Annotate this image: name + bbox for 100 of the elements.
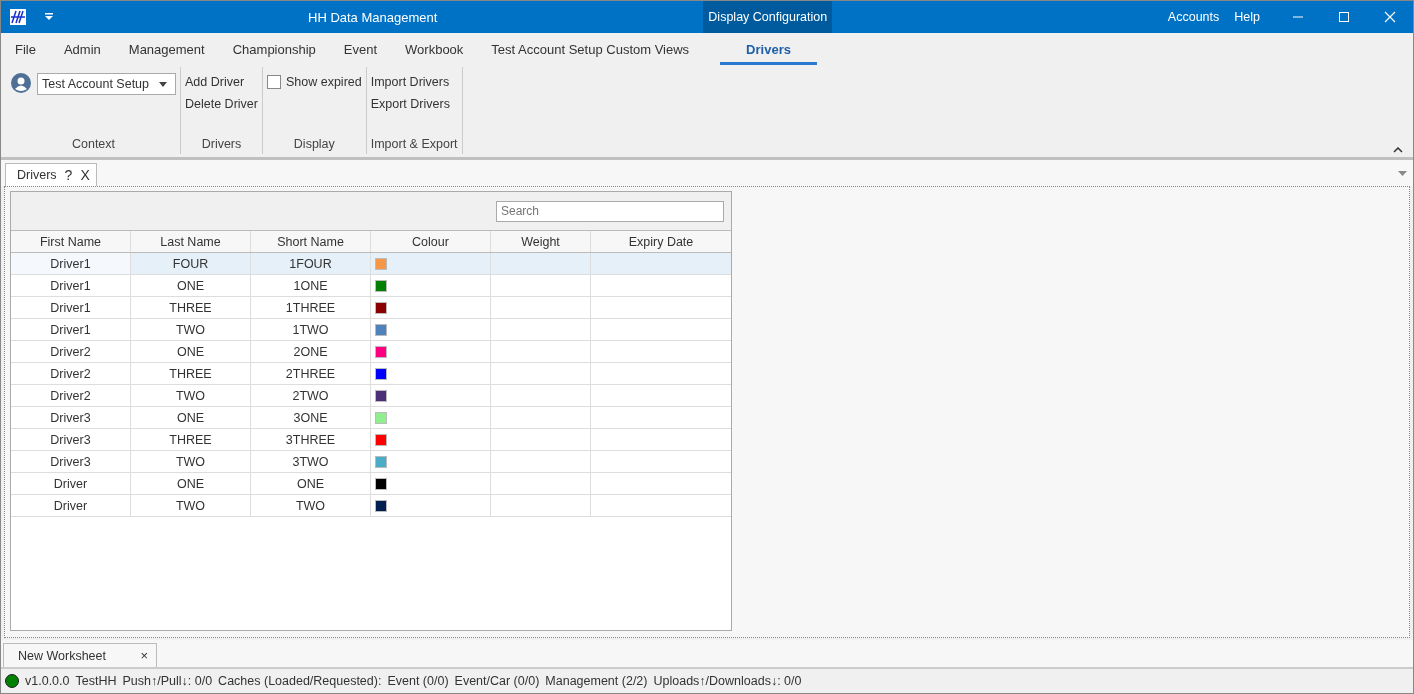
table-cell: 3ONE	[251, 407, 371, 428]
ribbon-tab[interactable]: Drivers	[720, 36, 817, 65]
column-header[interactable]: Last Name	[131, 231, 251, 252]
table-cell: Driver1	[11, 275, 131, 296]
table-row[interactable]: Driver2 ONE 2ONE	[11, 341, 731, 363]
status-text: Event/Car (0/0)	[454, 674, 540, 688]
table-cell: ONE	[251, 473, 371, 494]
status-text: TestHH	[75, 674, 117, 688]
ribbon-button[interactable]: Add Driver	[185, 75, 245, 89]
close-tab-button[interactable]: ×	[140, 648, 148, 663]
table-cell: TWO	[251, 495, 371, 516]
table-row[interactable]: Driver1 TWO 1TWO	[11, 319, 731, 341]
ribbon-button[interactable]: Export Drivers	[370, 97, 450, 111]
table-cell: 3TWO	[251, 451, 371, 472]
search-field[interactable]: Search	[496, 200, 724, 222]
table-cell: Driver1	[11, 319, 131, 340]
group-label: Display	[292, 137, 336, 151]
worksheet-tab[interactable]: New Worksheet ×	[3, 643, 157, 667]
table-cell: ONE	[131, 275, 251, 296]
status-text: v1.0.0.0	[25, 674, 70, 688]
checkbox[interactable]	[266, 75, 281, 89]
ribbon-button[interactable]: Delete Driver	[185, 97, 258, 111]
table-cell: Driver1	[11, 253, 131, 274]
context-tab-label: Display Configuration	[703, 1, 833, 33]
status-text: Uploads↑/Downloads↓: 0/0	[653, 674, 802, 688]
column-header[interactable]: Short Name	[251, 231, 371, 252]
table-row[interactable]: Driver1 ONE 1ONE	[11, 275, 731, 297]
table-cell: Driver2	[11, 385, 131, 406]
table-row[interactable]: Driver2 THREE 2THREE	[11, 363, 731, 385]
table-cell: Driver3	[11, 451, 131, 472]
table-cell: Driver	[11, 473, 131, 494]
window-title: HH Data Management	[308, 9, 438, 25]
table-cell: Driver3	[11, 407, 131, 428]
checkbox-label: Show expired	[285, 75, 362, 89]
group-label: Drivers	[200, 137, 243, 151]
column-header[interactable]: Weight	[491, 231, 591, 252]
table-cell: THREE	[131, 297, 251, 318]
table-cell: FOUR	[131, 253, 251, 274]
status-text: Push↑/Pull↓: 0/0	[122, 674, 213, 688]
context-dropdown[interactable]: Test Account Setup	[37, 73, 176, 95]
document-tab[interactable]: Drivers ? X	[5, 163, 97, 186]
table-row[interactable]: Driver1 FOUR 1FOUR	[11, 253, 731, 275]
table-cell: 1THREE	[251, 297, 371, 318]
group-label: Import & Export	[370, 137, 458, 151]
table-cell: ONE	[131, 473, 251, 494]
title-link[interactable]: Help	[1234, 10, 1260, 24]
help-button[interactable]: ?	[64, 167, 73, 183]
table-row[interactable]: Driver TWO TWO	[11, 495, 731, 517]
ribbon-tab[interactable]: Workbook	[391, 36, 478, 65]
table-cell: TWO	[131, 451, 251, 472]
table-cell: 2THREE	[251, 363, 371, 384]
title-link[interactable]: Accounts	[1167, 10, 1220, 24]
table-cell: Driver2	[11, 341, 131, 362]
status-text: Caches (Loaded/Requested):	[218, 674, 382, 688]
table-row[interactable]: Driver2 TWO 2TWO	[11, 385, 731, 407]
table-cell: 1FOUR	[251, 253, 371, 274]
table-cell: Driver1	[11, 297, 131, 318]
dropdown-caret-icon[interactable]	[44, 13, 54, 21]
table-row[interactable]: Driver3 TWO 3TWO	[11, 451, 731, 473]
dropdown-caret-icon[interactable]	[1398, 170, 1407, 176]
table-cell: ONE	[131, 407, 251, 428]
close-icon	[1384, 11, 1396, 23]
user-icon	[11, 73, 31, 93]
table-cell: TWO	[131, 495, 251, 516]
status-text: Event (0/0)	[387, 674, 449, 688]
table-row[interactable]: Driver3 THREE 3THREE	[11, 429, 731, 451]
table-cell: 2TWO	[251, 385, 371, 406]
status-text: Management (2/2)	[545, 674, 648, 688]
ribbon-tab[interactable]: Championship	[218, 36, 330, 65]
maximize-icon	[1338, 11, 1350, 23]
column-header[interactable]: Expiry Date	[591, 231, 731, 252]
ribbon-tab[interactable]: Management	[114, 36, 219, 65]
table-cell: Driver3	[11, 429, 131, 450]
table-cell: THREE	[131, 363, 251, 384]
tab-label: Drivers	[17, 168, 57, 182]
ribbon-tab[interactable]: Admin	[49, 36, 115, 65]
ribbon-tab[interactable]: Test Account Setup Custom Views	[477, 36, 704, 65]
table-cell: TWO	[131, 385, 251, 406]
table-cell: Driver2	[11, 363, 131, 384]
ribbon-tab[interactable]: Event	[329, 36, 392, 65]
column-header[interactable]: First Name	[11, 231, 131, 252]
table-cell: 2ONE	[251, 341, 371, 362]
app-logo-icon	[9, 8, 27, 26]
table-row[interactable]: Driver1 THREE 1THREE	[11, 297, 731, 319]
collapse-ribbon-icon[interactable]	[1393, 147, 1403, 153]
table-cell: 3THREE	[251, 429, 371, 450]
table-cell: 1TWO	[251, 319, 371, 340]
table-cell: ONE	[131, 341, 251, 362]
table-cell: Driver	[11, 495, 131, 516]
ribbon-button[interactable]: Import Drivers	[370, 75, 450, 89]
table-row[interactable]: Driver3 ONE 3ONE	[11, 407, 731, 429]
column-header[interactable]: Colour	[371, 231, 491, 252]
tab-label: New Worksheet	[18, 648, 106, 663]
close-tab-button[interactable]: X	[80, 167, 90, 183]
table-cell: 1ONE	[251, 275, 371, 296]
caret-icon	[159, 81, 167, 87]
table-cell: THREE	[131, 429, 251, 450]
ribbon-tab[interactable]: File	[1, 36, 50, 65]
table-row[interactable]: Driver ONE ONE	[11, 473, 731, 495]
group-label: Context	[70, 137, 117, 151]
